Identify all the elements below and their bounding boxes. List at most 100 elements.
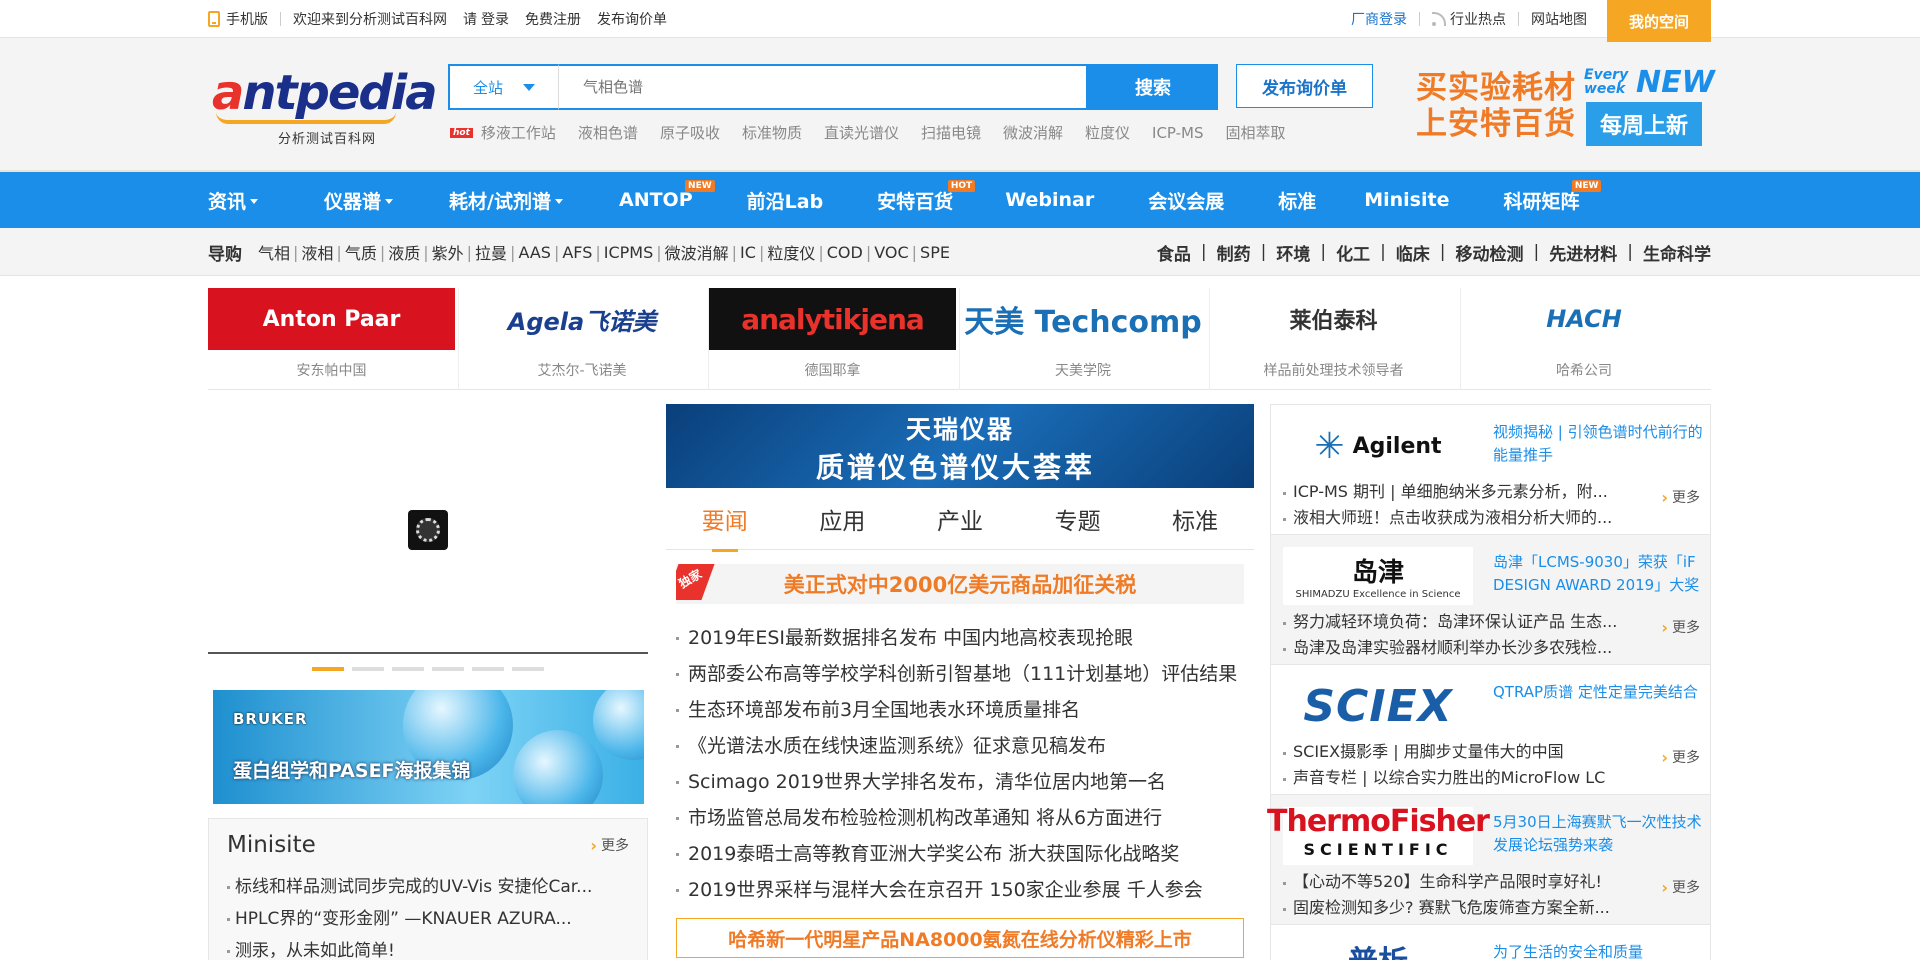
- search-scope-select[interactable]: 全站: [448, 64, 558, 110]
- sponsor-logo[interactable]: 岛津 SHIMADZU Excellence in Science: [1283, 547, 1473, 605]
- sponsor-more-link[interactable]: 更多: [1661, 877, 1700, 897]
- slider-dot[interactable]: [312, 667, 344, 671]
- guide-link[interactable]: AFS: [562, 243, 592, 262]
- hot-word[interactable]: 原子吸收: [660, 122, 720, 143]
- list-item[interactable]: 声音专栏 | 以综合实力胜出的MicroFlow LC: [1283, 765, 1623, 791]
- sponsor-title[interactable]: 视频揭秘 | 引领色谱时代前行的能量推手: [1493, 421, 1703, 467]
- brand-card[interactable]: Anton Paar 安东帕中国: [208, 288, 459, 390]
- image-slider[interactable]: [208, 404, 648, 654]
- slider-dot[interactable]: [512, 667, 544, 671]
- sponsor-title[interactable]: 5月30日上海赛默飞一次性技术发展论坛强势来袭: [1493, 811, 1703, 857]
- hot-word[interactable]: 扫描电镜: [921, 122, 981, 143]
- sponsor-logo[interactable]: 普析: [1283, 937, 1473, 960]
- guide-link[interactable]: 紫外: [432, 240, 464, 264]
- hach-text-ad[interactable]: 哈希新一代明星产品NA8000氨氮在线分析仪精彩上市: [676, 918, 1244, 958]
- news-item[interactable]: 2019年ESI最新数据排名发布 中国内地高校表现抢眼: [676, 620, 1246, 656]
- tianrui-banner[interactable]: 天瑞仪器 质谱仪色谱仪大荟萃: [666, 404, 1254, 488]
- sponsor-title[interactable]: 为了生活的安全和质量: [1493, 941, 1703, 960]
- minisite-more-link[interactable]: 更多: [590, 835, 629, 855]
- brand-card[interactable]: 天美 Techcomp 天美学院: [959, 288, 1210, 390]
- guide-link[interactable]: IC: [740, 243, 756, 262]
- tab-topic[interactable]: 专题: [1055, 488, 1101, 550]
- news-item[interactable]: 2019世界采样与混样大会在京召开 150家企业参展 千人参会: [676, 872, 1246, 908]
- hot-word[interactable]: 标准物质: [742, 122, 802, 143]
- nav-item[interactable]: 前沿Lab: [747, 172, 824, 228]
- sponsor-logo[interactable]: Agilent: [1283, 417, 1473, 475]
- slider-dot[interactable]: [472, 667, 504, 671]
- news-item[interactable]: 市场监管总局发布检验检测机构改革通知 将从6方面进行: [676, 800, 1246, 836]
- guide-link[interactable]: 液质: [388, 240, 420, 264]
- sitemap-link[interactable]: 网站地图: [1531, 9, 1587, 29]
- mobile-version-link[interactable]: 手机版: [208, 9, 268, 29]
- sponsor-logo[interactable]: SCIEX: [1283, 677, 1473, 735]
- search-button[interactable]: 搜索: [1088, 64, 1218, 110]
- tab-industry[interactable]: 产业: [937, 488, 983, 550]
- list-item[interactable]: 固废检测知多少? 赛默飞危废筛查方案全新...: [1283, 895, 1623, 921]
- sponsor-logo[interactable]: ThermoFisher SCIENTIFIC: [1267, 807, 1490, 865]
- hot-word[interactable]: 固相萃取: [1226, 122, 1286, 143]
- list-item[interactable]: 液相大师班！点击收获成为液相分析大师的...: [1283, 505, 1623, 531]
- register-link[interactable]: 免费注册: [525, 9, 581, 29]
- nav-item[interactable]: 资讯: [208, 172, 259, 228]
- news-item[interactable]: 2019泰晤士高等教育亚洲大学奖公布 浙大获国际化战略奖: [676, 836, 1246, 872]
- brand-card[interactable]: Agela飞诺美 艾杰尔-飞诺美: [458, 288, 709, 390]
- list-item[interactable]: HPLC界的“变形金刚” —KNAUER AZURA...: [227, 903, 629, 935]
- post-inquiry-link[interactable]: 发布询价单: [597, 9, 667, 29]
- tab-application[interactable]: 应用: [819, 488, 865, 550]
- tab-news[interactable]: 要闻: [702, 488, 748, 552]
- guide-link[interactable]: VOC: [874, 243, 908, 262]
- guide-link[interactable]: 气相: [258, 240, 290, 264]
- brand-card[interactable]: 莱伯泰科 样品前处理技术领导者: [1210, 288, 1461, 390]
- list-item[interactable]: 测汞，从未如此简单!: [227, 935, 629, 960]
- category-link[interactable]: 制药: [1217, 240, 1251, 265]
- bruker-banner[interactable]: BRUKER 蛋白组学和PASEF海报集锦: [213, 690, 644, 804]
- hot-word[interactable]: 液相色谱: [578, 122, 638, 143]
- nav-item[interactable]: ANTOP NEW: [619, 172, 715, 228]
- hot-word[interactable]: 直读光谱仪: [824, 122, 899, 143]
- list-item[interactable]: 岛津及岛津实验器材顺利举办长沙多农残检...: [1283, 635, 1623, 661]
- category-link[interactable]: 生命科学: [1643, 240, 1711, 265]
- hot-word[interactable]: 粒度仪: [1085, 122, 1130, 143]
- guide-link[interactable]: 气质: [345, 240, 377, 264]
- news-item[interactable]: 《光谱法水质在线快速监测系统》征求意见稿发布: [676, 728, 1246, 764]
- guide-link[interactable]: 微波消解: [665, 240, 729, 264]
- vendor-login-link[interactable]: 厂商登录: [1351, 9, 1407, 29]
- sponsor-title[interactable]: QTRAP质谱 定性定量完美结合: [1493, 681, 1703, 704]
- category-link[interactable]: 环境: [1276, 240, 1310, 265]
- news-item[interactable]: 生态环境部发布前3月全国地表水环境质量排名: [676, 692, 1246, 728]
- slider-dot[interactable]: [392, 667, 424, 671]
- category-link[interactable]: 化工: [1336, 240, 1370, 265]
- industry-hot-link[interactable]: 行业热点: [1450, 9, 1506, 29]
- nav-item[interactable]: 仪器谱: [324, 172, 394, 228]
- hot-word[interactable]: ICP-MS: [1152, 124, 1204, 142]
- list-item[interactable]: 【心动不等520】生命科学产品限时享好礼!: [1283, 869, 1623, 895]
- nav-item[interactable]: 会议会展: [1148, 172, 1224, 228]
- nav-item[interactable]: Webinar: [1005, 172, 1094, 228]
- site-logo[interactable]: antpedia 分析测试百科网: [212, 66, 438, 152]
- headline-news[interactable]: 独家 美正式对中2000亿美元商品加征关税: [676, 564, 1244, 604]
- list-item[interactable]: 努力减轻环境负荷：岛津环保认证产品 生态...: [1283, 609, 1623, 635]
- hot-word[interactable]: 移液工作站: [481, 122, 556, 143]
- nav-item[interactable]: 安特百货 HOT: [877, 172, 976, 228]
- my-space-button[interactable]: 我的空间: [1607, 0, 1711, 42]
- nav-item[interactable]: 科研矩阵 NEW: [1503, 172, 1602, 228]
- login-link[interactable]: 登录: [481, 9, 509, 29]
- guide-link[interactable]: SPE: [920, 243, 950, 262]
- guide-link[interactable]: 粒度仪: [767, 240, 815, 264]
- hot-word[interactable]: 微波消解: [1003, 122, 1063, 143]
- category-link[interactable]: 临床: [1396, 240, 1430, 265]
- sponsor-title[interactable]: 岛津「LCMS-9030」荣获「iF DESIGN AWARD 2019」大奖: [1493, 551, 1703, 597]
- guide-link[interactable]: 拉曼: [475, 240, 507, 264]
- news-item[interactable]: Scimago 2019世界大学排名发布，清华位居内地第一名: [676, 764, 1246, 800]
- slider-dot[interactable]: [352, 667, 384, 671]
- nav-item[interactable]: Minisite: [1364, 172, 1449, 228]
- list-item[interactable]: SCIEX摄影季 | 用脚步丈量伟大的中国: [1283, 739, 1623, 765]
- guide-link[interactable]: ICPMS: [604, 243, 654, 262]
- list-item[interactable]: ICP-MS 期刊 | 单细胞纳米多元素分析，附...: [1283, 479, 1623, 505]
- post-inquiry-button[interactable]: 发布询价单: [1236, 64, 1373, 108]
- slider-dot[interactable]: [432, 667, 464, 671]
- sponsor-more-link[interactable]: 更多: [1661, 487, 1700, 507]
- news-item[interactable]: 两部委公布高等学校学科创新引智基地（111计划基地）评估结果: [676, 656, 1246, 692]
- header-ad-banner[interactable]: 买实验耗材 上安特百货 Every week NEW 每周上新: [1416, 62, 1715, 146]
- guide-link[interactable]: AAS: [518, 243, 551, 262]
